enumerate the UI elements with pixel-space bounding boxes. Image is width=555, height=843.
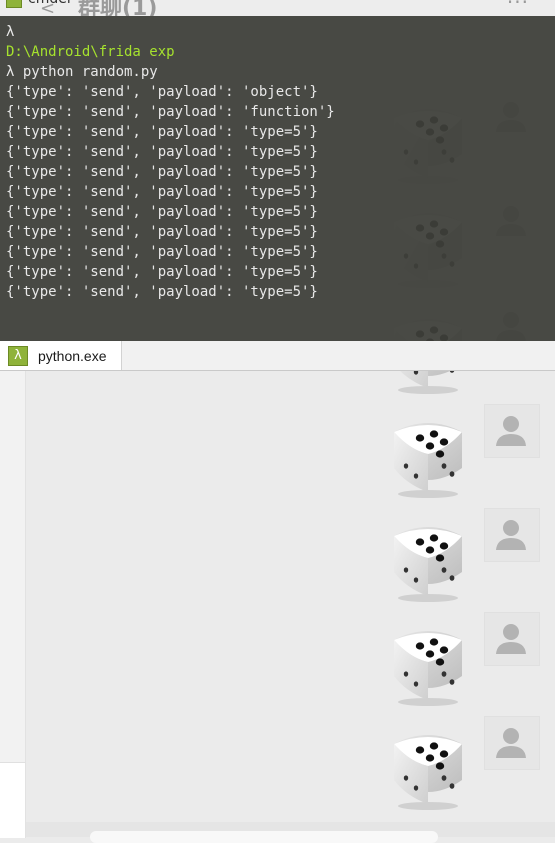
back-arrow-icon[interactable]: < [40, 0, 55, 16]
tab-label: python.exe [38, 348, 107, 364]
terminal-tab-bar: λ python.exe [0, 341, 555, 371]
default-avatar-icon[interactable] [484, 404, 540, 458]
tab-python-exe[interactable]: λ python.exe [0, 341, 122, 370]
dice-message [0, 716, 555, 816]
cmder-window-icon [6, 0, 22, 8]
dice-five-icon[interactable] [386, 618, 470, 706]
terminal-output-line: {'type': 'send', 'payload': 'type=5'} [6, 264, 318, 280]
more-options-icon[interactable]: ··· [507, 0, 529, 14]
dice-message [0, 612, 555, 712]
message-input[interactable] [90, 831, 438, 843]
prompt-symbol: λ [6, 24, 15, 40]
command-line: λ python random.py [6, 64, 158, 80]
default-avatar-icon[interactable] [484, 508, 540, 562]
terminal-output-line: {'type': 'send', 'payload': 'type=5'} [6, 204, 318, 220]
dice-five-icon[interactable] [386, 722, 470, 810]
terminal-output-line: {'type': 'send', 'payload': 'type=5'} [6, 164, 318, 180]
dice-five-icon[interactable] [386, 410, 470, 498]
dice-message [0, 404, 555, 504]
chat-title: 群聊(1) [78, 0, 158, 16]
terminal-output-line: {'type': 'send', 'payload': 'object'} [6, 84, 318, 100]
terminal-output-line: {'type': 'send', 'payload': 'function'} [6, 104, 335, 120]
current-path: D:\Android\frida exp [6, 44, 175, 60]
terminal-output-line: {'type': 'send', 'payload': 'type=5'} [6, 144, 318, 160]
dice-message [0, 508, 555, 608]
chat-input-bar [26, 822, 555, 843]
terminal-output-line: {'type': 'send', 'payload': 'type=5'} [6, 184, 318, 200]
default-avatar-icon[interactable] [484, 612, 540, 666]
terminal-output-line: {'type': 'send', 'payload': 'type=5'} [6, 284, 318, 300]
terminal-window[interactable]: λ D:\Android\frida exp λ python random.p… [0, 16, 555, 341]
dice-five-icon[interactable] [386, 514, 470, 602]
cmder-lambda-icon: λ [8, 346, 28, 366]
default-avatar-icon[interactable] [484, 716, 540, 770]
chat-app-header: cmder < 群聊(1) ··· [0, 0, 555, 16]
terminal-output-line: {'type': 'send', 'payload': 'type=5'} [6, 224, 318, 240]
terminal-output-line: {'type': 'send', 'payload': 'type=5'} [6, 124, 318, 140]
terminal-output-line: {'type': 'send', 'payload': 'type=5'} [6, 244, 318, 260]
